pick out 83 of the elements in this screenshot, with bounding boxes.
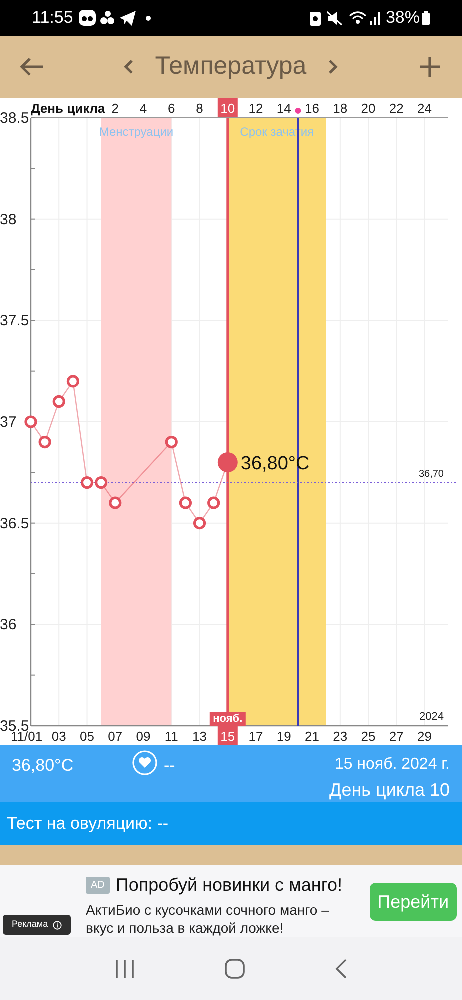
axis-label: 4 [140, 101, 148, 116]
axis-label: 27 [389, 729, 404, 744]
chevron-left-icon [124, 59, 134, 75]
axis-label: 19 [276, 729, 292, 744]
axis-label: 07 [108, 729, 123, 744]
plus-icon [419, 56, 441, 78]
selected-day-tag: 10 [218, 98, 238, 117]
data-point [165, 436, 178, 449]
axis-label: 22 [389, 101, 404, 116]
axis-label: 16 [305, 101, 320, 116]
dots-icon [100, 10, 116, 26]
battery-icon [422, 11, 430, 25]
ad-banner[interactable]: Реклама AD Попробуй новинки с манго! АктиБио с кусочками сочного манго – вкус и польза в каждой ложке! Перейти [0, 865, 462, 937]
axis-label: 38 [0, 211, 17, 228]
axis-label: 6 [168, 101, 176, 116]
axis-label: 18 [333, 101, 348, 116]
year-label: 2024 [420, 711, 444, 723]
axis-label: 05 [80, 729, 94, 744]
data-point [52, 395, 66, 408]
axis-label: 21 [305, 729, 320, 744]
axis-label: 12 [248, 101, 264, 116]
status-time: 11:55 [32, 7, 74, 30]
data-point [179, 496, 192, 510]
signal-icon [370, 11, 382, 25]
axis-label: 25 [361, 729, 376, 744]
axis-label: 03 [52, 729, 66, 744]
note-value: -- [164, 755, 176, 777]
axis-title: День цикла [31, 101, 106, 116]
telegram-icon [120, 10, 136, 26]
data-point [24, 416, 38, 428]
data-point [109, 496, 122, 510]
date-text: 15 нояб. 2024 г. [334, 755, 450, 775]
recent-apps-icon[interactable] [115, 960, 135, 978]
mute-icon [326, 10, 343, 26]
chevron-right-icon [328, 59, 338, 75]
app-icon [79, 10, 96, 26]
data-point [193, 517, 206, 530]
axis-label: 36.5 [0, 515, 30, 532]
data-point [208, 496, 220, 510]
axis-label: 13 [192, 729, 207, 744]
back-icon[interactable] [335, 958, 347, 978]
coverline-label: 36,70 [418, 468, 444, 480]
screen-title: Температура [155, 51, 307, 82]
axis-label: 09 [136, 729, 151, 744]
ad-title: Попробуй новинки с манго! [116, 874, 343, 897]
axis-label: 8 [196, 101, 204, 116]
x-tick-label: 15 [220, 729, 236, 744]
ovulation-test-bar[interactable]: Тест на овуляцию: -- [0, 802, 462, 845]
ad-text: АктиБио с кусочками сочного манго – вкус и польза в каждой ложке! [86, 901, 330, 937]
axis-label: 36 [0, 616, 17, 634]
axis-label: 24 [418, 101, 432, 116]
axis-label: 11 [164, 729, 178, 744]
data-point [95, 476, 108, 490]
ad-badge: AD [86, 877, 110, 894]
cycle-day-text: День цикла 10 [330, 779, 450, 802]
data-point [38, 436, 52, 449]
selected-point [218, 452, 238, 473]
axis-label: 37.5 [0, 312, 30, 330]
axis-label: 37 [0, 414, 17, 431]
marker-dot [295, 108, 302, 114]
axis-label: 2 [112, 101, 119, 116]
ad-label: Реклама [3, 915, 72, 935]
selected-day-tag: 15 [218, 726, 238, 745]
month-tag: нояб. [210, 712, 246, 726]
go-button[interactable]: Перейти [370, 883, 457, 921]
axis-label: 14 [276, 101, 292, 116]
home-icon[interactable] [225, 958, 245, 978]
temperature-value: 36,80°C [12, 755, 75, 777]
data-point [80, 476, 94, 490]
dot-icon [146, 16, 152, 20]
ovulation-test-text: Тест на овуляцию: -- [7, 812, 169, 835]
axis-label: 23 [333, 729, 348, 744]
axis-label: 17 [248, 729, 264, 744]
axis-label: 29 [418, 729, 432, 744]
info-icon [53, 920, 62, 930]
back-arrow-icon [20, 57, 44, 77]
axis-label: 38.5 [0, 110, 30, 127]
battery-percent: 38% [386, 7, 420, 30]
data-point [66, 375, 80, 388]
band-label: Менструации [99, 125, 174, 139]
wifi-icon [348, 11, 367, 25]
battery-saver-icon [310, 10, 321, 26]
axis-label: 20 [361, 101, 376, 116]
